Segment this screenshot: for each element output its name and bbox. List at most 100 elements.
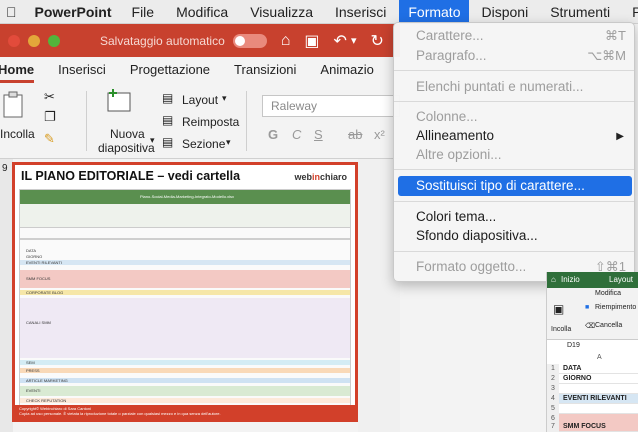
- menu-item-colonne[interactable]: Colonne...: [416, 109, 478, 124]
- sheet-row-band: [20, 298, 350, 358]
- excel-paste-button[interactable]: Incolla: [551, 326, 571, 333]
- sheet-row-label: GIORNO: [26, 254, 43, 259]
- tab-progettazione[interactable]: Progettazione: [130, 62, 210, 83]
- sheet-title: Piano-Social-Media-Marketing-Integrato-M…: [140, 194, 235, 199]
- save-icon[interactable]: ▣: [304, 31, 319, 51]
- sheet-row-band: [20, 360, 350, 365]
- underline-icon[interactable]: S: [314, 127, 323, 142]
- menu-item-sostituisci-carattere[interactable]: Sostituisci tipo di carattere...: [416, 178, 585, 193]
- zoom-window-button[interactable]: [48, 34, 60, 47]
- sheet-row-band: [20, 270, 350, 288]
- menu-visualizza[interactable]: Visualizza: [250, 4, 313, 20]
- minimize-window-button[interactable]: [28, 34, 40, 47]
- redo-icon[interactable]: ↻: [370, 31, 383, 51]
- sheet-row-label: SMM FOCUS: [26, 276, 51, 281]
- menu-file[interactable]: File: [132, 4, 155, 20]
- strikethrough-icon[interactable]: ab: [348, 127, 362, 142]
- spreadsheet-screenshot: Piano-Social-Media-Marketing-Integrato-M…: [19, 189, 351, 407]
- reset-icon: ▤: [162, 113, 174, 127]
- new-slide-icon[interactable]: [104, 87, 134, 115]
- section-button[interactable]: Sezione: [182, 137, 225, 151]
- menu-item-altre-opzioni[interactable]: Altre opzioni...: [416, 147, 502, 162]
- font-name-input[interactable]: Raleway: [262, 95, 400, 117]
- tab-animazioni[interactable]: Animazio: [320, 62, 373, 83]
- table-row[interactable]: 4 EVENTI RILEVANTI: [547, 394, 638, 404]
- autosave-toggle[interactable]: [232, 33, 267, 48]
- excel-window[interactable]: ⌂ Inizio Layout Modifica ▣ Incolla ■ Rie…: [546, 272, 638, 432]
- menu-item-sfondo-diapositiva[interactable]: Sfondo diapositiva...: [416, 228, 538, 243]
- menu-item-allineamento[interactable]: Allineamento: [416, 128, 494, 143]
- tab-home[interactable]: Home: [0, 62, 35, 83]
- menu-strumenti[interactable]: Strumenti: [550, 4, 610, 20]
- ribbon-tabs: Home Inserisci Progettazione Transizioni…: [0, 57, 400, 83]
- copy-icon[interactable]: ❐: [44, 109, 56, 125]
- layout-dropdown-icon[interactable]: ▾: [222, 93, 227, 104]
- menu-pr[interactable]: Pr: [632, 4, 638, 20]
- tab-inserisci[interactable]: Inserisci: [58, 62, 106, 83]
- menu-item-elenchi[interactable]: Elenchi puntati e numerati...: [416, 79, 583, 94]
- excel-clear-button[interactable]: Cancella: [595, 322, 622, 329]
- excel-fill-button[interactable]: Riempimento: [595, 304, 636, 311]
- layout-icon: ▤: [162, 91, 174, 105]
- sheet-row-label: CANALI SMM: [26, 320, 51, 325]
- table-row[interactable]: 5: [547, 404, 638, 414]
- menu-disponi[interactable]: Disponi: [481, 4, 528, 20]
- sheet-row-label: ARTICLE MARKETING: [26, 378, 68, 383]
- undo-icon[interactable]: ↶: [334, 31, 347, 51]
- bold-icon[interactable]: G: [268, 127, 278, 142]
- table-row[interactable]: 7 SMM FOCUS: [547, 422, 638, 432]
- new-slide-dropdown-icon[interactable]: ▾: [150, 135, 155, 146]
- layout-button[interactable]: Layout: [182, 93, 218, 107]
- excel-tab-layout[interactable]: Layout: [609, 275, 633, 284]
- cut-icon[interactable]: ✂: [44, 89, 55, 105]
- sheet-row-label: DATA: [26, 248, 37, 253]
- chevron-down-icon[interactable]: ▾: [351, 34, 357, 47]
- close-window-button[interactable]: [8, 34, 20, 47]
- excel-paste-icon[interactable]: ▣: [553, 302, 564, 316]
- divider: [246, 91, 247, 151]
- sheet-row-label: EVENTI: [26, 388, 41, 393]
- slide-thumbnail[interactable]: IL PIANO EDITORIALE – vedi cartella webi…: [12, 162, 358, 422]
- reset-button[interactable]: Reimposta: [182, 115, 239, 129]
- table-row[interactable]: 1 DATA: [547, 364, 638, 374]
- table-row[interactable]: 3: [547, 384, 638, 394]
- divider: [86, 91, 87, 151]
- sheet-row-band: [20, 368, 350, 373]
- paste-button[interactable]: Incolla: [0, 127, 35, 141]
- sheet-gridline: [20, 238, 350, 240]
- menu-inserisci[interactable]: Inserisci: [335, 4, 386, 20]
- section-dropdown-icon[interactable]: ▾: [226, 137, 231, 148]
- sheet-row-label: CORPORATE BLOG: [26, 290, 64, 295]
- table-row[interactable]: 2 GIORNO: [547, 374, 638, 384]
- menu-divider: [394, 251, 634, 252]
- menu-formato[interactable]: Formato: [399, 0, 470, 24]
- menu-item-paragrafo[interactable]: Paragrafo...: [416, 48, 487, 63]
- menubar:  PowerPoint File Modifica Visualizza In…: [0, 0, 638, 24]
- apple-icon[interactable]: : [6, 4, 17, 20]
- sheet-row-band: [20, 290, 350, 295]
- menu-item-colori-tema[interactable]: Colori tema...: [416, 209, 496, 224]
- menu-item-formato-oggetto[interactable]: Formato oggetto...: [416, 259, 526, 274]
- sheet-row-band: [20, 260, 350, 265]
- excel-clear-icon[interactable]: ⌫: [585, 322, 595, 330]
- excel-column-header[interactable]: A: [597, 354, 602, 361]
- excel-tab-inizio[interactable]: Inizio: [561, 275, 580, 284]
- tab-transizioni[interactable]: Transizioni: [234, 62, 296, 83]
- new-slide-label-1[interactable]: Nuova: [110, 127, 145, 141]
- shortcut-paragrafo: ⌥⌘M: [587, 48, 626, 63]
- format-painter-icon[interactable]: ✎: [44, 131, 55, 147]
- sheet-row-band: [20, 398, 350, 403]
- clipboard-icon[interactable]: [2, 91, 28, 121]
- excel-fill-icon[interactable]: ■: [585, 304, 589, 311]
- excel-home-icon[interactable]: ⌂: [551, 275, 556, 284]
- menu-modifica[interactable]: Modifica: [176, 4, 228, 20]
- superscript-icon[interactable]: x²: [374, 127, 385, 142]
- home-icon[interactable]: ⌂: [281, 32, 291, 50]
- excel-ribbon: Modifica ▣ Incolla ■ Riempimento ⌫ Cance…: [547, 288, 638, 340]
- menu-item-carattere[interactable]: Carattere...: [416, 28, 484, 43]
- new-slide-label-2[interactable]: diapositiva: [98, 141, 155, 155]
- menu-divider: [394, 70, 634, 71]
- italic-icon[interactable]: C: [292, 127, 301, 142]
- app-name[interactable]: PowerPoint: [35, 4, 112, 20]
- excel-cell-reference[interactable]: D19: [567, 342, 580, 349]
